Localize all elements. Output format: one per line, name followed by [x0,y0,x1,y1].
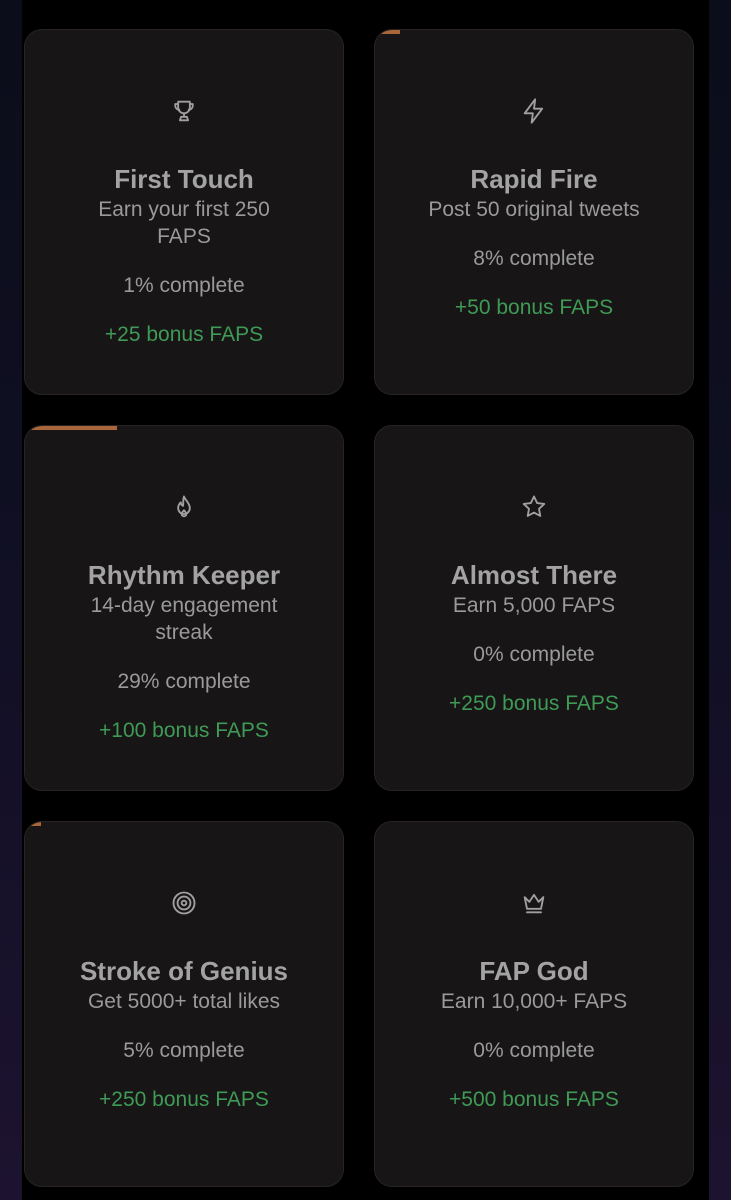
achievement-description: 14-day engagement streak [90,594,278,644]
achievement-bonus: +50 bonus FAPS [454,296,614,319]
star-icon [519,492,549,522]
achievement-card-fap-god[interactable]: FAP God Earn 10,000+ FAPS 0% complete +5… [374,821,694,1187]
achievement-description: Earn your first 250 FAPS [98,198,270,248]
achievement-bonus: +100 bonus FAPS [99,719,269,742]
trophy-icon [169,96,199,126]
achievement-progress-text: 0% complete [473,1039,595,1062]
target-icon [169,888,199,918]
achievement-title: Rapid Fire [470,164,598,194]
achievement-progress-text: 0% complete [473,643,595,666]
crown-icon [519,888,549,918]
achievement-description: Earn 5,000 FAPS [452,594,616,617]
achievement-bonus: +25 bonus FAPS [104,323,264,346]
achievement-progress-text: 29% complete [117,670,251,693]
achievement-description: Earn 10,000+ FAPS [440,990,628,1013]
achievements-screen: First Touch Earn your first 250 FAPS 1% … [0,0,731,1200]
achievement-title: First Touch [114,164,254,194]
achievement-title: Rhythm Keeper [87,560,281,590]
achievement-progress-text: 8% complete [473,247,595,270]
lightning-icon [519,96,549,126]
achievement-card-rapid-fire[interactable]: Rapid Fire Post 50 original tweets 8% co… [374,29,694,395]
achievement-card-first-touch[interactable]: First Touch Earn your first 250 FAPS 1% … [24,29,344,395]
achievement-title: FAP God [479,956,589,986]
achievement-progress-bar [375,30,401,34]
achievement-card-almost-there[interactable]: Almost There Earn 5,000 FAPS 0% complete… [374,425,694,791]
achievement-bonus: +250 bonus FAPS [449,692,619,715]
achievement-title: Almost There [450,560,618,590]
achievement-progress-text: 1% complete [123,274,245,297]
achievements-grid: First Touch Earn your first 250 FAPS 1% … [24,29,694,1187]
achievement-progress-bar [25,426,118,430]
flame-icon [169,492,199,522]
achievement-bonus: +250 bonus FAPS [99,1088,269,1111]
achievement-bonus: +500 bonus FAPS [449,1088,619,1111]
achievement-card-rhythm-keeper[interactable]: Rhythm Keeper 14-day engagement streak 2… [24,425,344,791]
achievement-description: Post 50 original tweets [428,198,640,221]
left-edge-gradient [0,0,22,1200]
right-edge-gradient [709,0,731,1200]
achievement-progress-bar [25,822,41,826]
achievement-progress-bar [25,30,29,34]
achievement-progress-text: 5% complete [123,1039,245,1062]
achievement-card-stroke-of-genius[interactable]: Stroke of Genius Get 5000+ total likes 5… [24,821,344,1187]
achievement-title: Stroke of Genius [79,956,289,986]
achievement-description: Get 5000+ total likes [87,990,281,1013]
